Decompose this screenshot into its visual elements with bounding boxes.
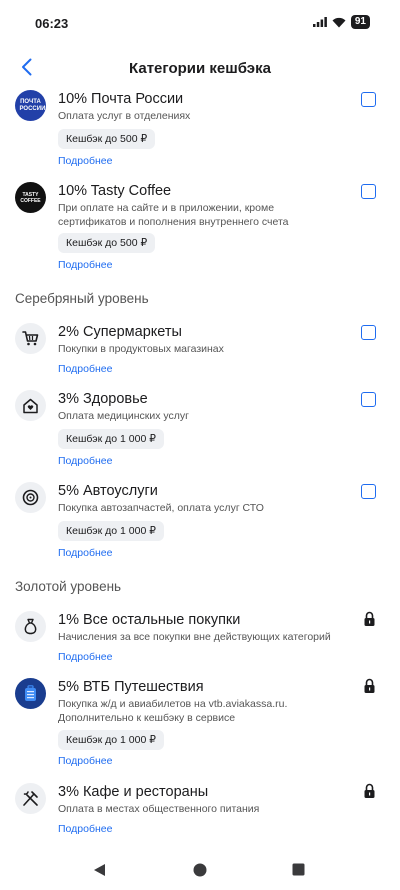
cashback-limit-badge: Кешбэк до 1 000 ₽ (58, 429, 164, 449)
tasty-coffee-logo-text: TASTY COFFEE (20, 191, 41, 204)
pochta-logo-text: ПОЧТА РОССИИ (19, 99, 46, 112)
category-checkbox[interactable] (361, 184, 376, 199)
category-description: Покупка ж/д и авиабилетов на vtb.aviakas… (58, 698, 288, 724)
category-description: Оплата в местах общественного питания (58, 803, 260, 815)
category-description: Оплата услуг в отделениях (58, 110, 191, 122)
category-name: 2% Супермаркеты (58, 324, 182, 340)
cashback-limit-badge: Кешбэк до 500 ₽ (58, 129, 156, 149)
category-name: 10% Tasty Coffee (58, 183, 172, 199)
category-description: Покупки в продуктовых магазинах (58, 343, 224, 355)
header: Категории кешбэка (0, 48, 400, 88)
more-link[interactable]: Подробнее (58, 651, 112, 663)
more-link[interactable]: Подробнее (58, 155, 112, 167)
more-link[interactable]: Подробнее (58, 823, 112, 835)
cutlery-icon (15, 783, 46, 814)
more-link[interactable]: Подробнее (58, 755, 112, 767)
more-link[interactable]: Подробнее (58, 455, 112, 467)
category-checkbox[interactable] (361, 92, 376, 107)
category-checkbox[interactable] (361, 325, 376, 340)
section-heading-silver: Серебряный уровень (15, 291, 149, 306)
triangle-back-icon (94, 864, 105, 876)
cart-icon (15, 323, 46, 354)
category-checkbox[interactable] (361, 392, 376, 407)
category-name: 1% Все остальные покупки (58, 612, 241, 628)
system-nav-bar (0, 858, 400, 890)
category-description: При оплате на сайте и в приложении, кром… (58, 202, 289, 228)
more-link[interactable]: Подробнее (58, 259, 112, 271)
lock-icon (363, 783, 376, 804)
nav-back-button[interactable] (93, 863, 106, 882)
health-icon (15, 390, 46, 421)
wifi-icon (332, 17, 346, 27)
category-checkbox[interactable] (361, 484, 376, 499)
more-link[interactable]: Подробнее (58, 363, 112, 375)
home-circle-icon (193, 863, 207, 877)
category-name: 3% Кафе и рестораны (58, 784, 209, 800)
cashback-limit-badge: Кешбэк до 500 ₽ (58, 233, 156, 253)
section-heading-gold: Золотой уровень (15, 579, 122, 594)
category-description: Покупка автозапчастей, оплата услуг СТО (58, 502, 264, 514)
signal-icon (312, 17, 327, 27)
money-bag-icon (15, 611, 46, 642)
status-icons: 91 (312, 15, 370, 29)
battery-indicator: 91 (350, 15, 370, 29)
lock-icon (363, 678, 376, 699)
category-description: Начисления за все покупки вне действующи… (58, 631, 331, 643)
status-bar: 06:23 91 (0, 0, 400, 40)
category-name: 5% Автоуслуги (58, 483, 158, 499)
lock-icon (363, 611, 376, 632)
more-link[interactable]: Подробнее (58, 547, 112, 559)
category-name: 10% Почта России (58, 91, 184, 107)
nav-recents-button[interactable] (292, 863, 305, 881)
cashback-limit-badge: Кешбэк до 1 000 ₽ (58, 521, 164, 541)
recents-square-icon (292, 863, 305, 876)
category-description: Оплата медицинских услуг (58, 410, 189, 422)
suitcase-icon (15, 678, 46, 709)
category-name: 5% ВТБ Путешествия (58, 679, 204, 695)
tasty-coffee-logo-icon: TASTY COFFEE (15, 182, 46, 213)
category-name: 3% Здоровье (58, 391, 148, 407)
status-time: 06:23 (35, 16, 69, 31)
nav-home-button[interactable] (193, 863, 207, 882)
cashback-limit-badge: Кешбэк до 1 000 ₽ (58, 730, 164, 750)
pochta-logo-icon: ПОЧТА РОССИИ (15, 90, 46, 121)
wheel-icon (15, 482, 46, 513)
page-title: Категории кешбэка (129, 60, 271, 77)
